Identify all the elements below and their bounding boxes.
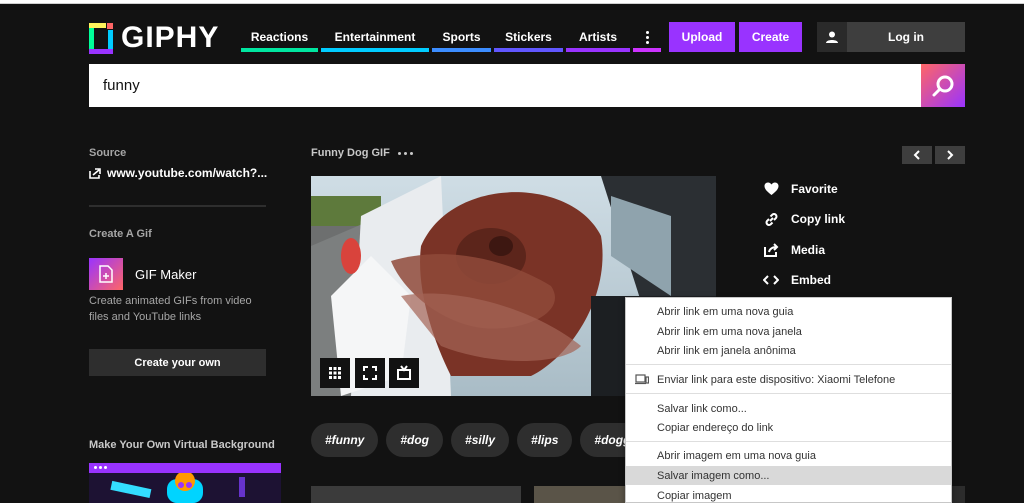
device-icon <box>635 374 649 385</box>
nav-label: Reactions <box>250 30 309 44</box>
more-options-icon[interactable] <box>397 151 413 155</box>
share-icon <box>763 242 779 258</box>
related-gif-thumb[interactable] <box>952 486 965 503</box>
nav-underline <box>633 48 661 52</box>
context-menu: Abrir link em uma nova guia Abrir link e… <box>625 297 952 503</box>
next-gif-button[interactable] <box>935 146 965 164</box>
previous-gif-button[interactable] <box>902 146 932 164</box>
chevron-right-icon <box>947 150 954 160</box>
favorite-action[interactable]: Favorite <box>763 181 838 197</box>
embed-action[interactable]: Embed <box>763 272 831 288</box>
nav-underline <box>321 48 429 52</box>
tag-list: #funny #dog #silly #lips #dogge <box>311 423 652 457</box>
virtual-background-image[interactable] <box>89 463 281 503</box>
gif-title: Funny Dog GIF <box>311 147 413 159</box>
search-value: funny <box>103 77 140 94</box>
grid-icon <box>329 367 341 379</box>
source-label: Source <box>89 147 127 159</box>
login-button[interactable]: Log in <box>817 22 965 52</box>
search-button[interactable] <box>921 64 965 107</box>
ctx-copy-image[interactable]: Copiar imagem <box>626 486 951 503</box>
nav-item-stickers[interactable]: Stickers <box>494 22 563 52</box>
nav-underline <box>566 48 630 52</box>
nav-item-sports[interactable]: Sports <box>432 22 491 52</box>
ctx-open-image-new-tab[interactable]: Abrir imagem em uma nova guia <box>626 446 951 465</box>
virtual-background-title: Make Your Own Virtual Background <box>89 439 275 451</box>
code-icon <box>763 272 779 288</box>
logo-text: GIPHY <box>121 21 220 54</box>
ctx-copy-link-address[interactable]: Copiar endereço do link <box>626 418 951 437</box>
nav-label: Artists <box>578 30 617 44</box>
source-link-text: www.youtube.com/watch?... <box>107 166 268 180</box>
ctx-send-link-label: Enviar link para este dispositivo: Xiaom… <box>657 373 896 386</box>
action-label: Media <box>791 243 826 257</box>
ctx-save-link-as[interactable]: Salvar link como... <box>626 399 951 418</box>
action-label: Embed <box>791 273 832 287</box>
gif-maker-title[interactable]: GIF Maker <box>135 267 196 282</box>
related-gif-thumb[interactable] <box>311 486 521 503</box>
tag-dog[interactable]: #dog <box>386 423 444 457</box>
related-gif-thumb[interactable] <box>534 486 626 503</box>
sidebar-divider <box>89 205 266 207</box>
chevron-left-icon <box>913 150 920 160</box>
gif-title-text: Funny Dog GIF <box>311 147 390 159</box>
browser-top-strip <box>0 0 1024 4</box>
share-icon <box>89 167 101 179</box>
copy-link-action[interactable]: Copy link <box>763 211 845 227</box>
gif-maker-icon[interactable] <box>89 258 123 290</box>
action-label: Favorite <box>791 182 838 196</box>
grid-button[interactable] <box>320 358 350 388</box>
kebab-icon <box>645 30 649 44</box>
ctx-separator <box>626 393 951 394</box>
nav-more-button[interactable] <box>633 22 661 52</box>
source-link[interactable]: www.youtube.com/watch?... <box>89 166 267 180</box>
nav-item-artists[interactable]: Artists <box>566 22 630 52</box>
nav-label: Sports <box>442 30 481 44</box>
user-icon <box>817 22 847 52</box>
ctx-send-link-to-device[interactable]: Enviar link para este dispositivo: Xiaom… <box>626 370 951 389</box>
search-icon <box>932 75 954 96</box>
gif-maker-description: Create animated GIFs from video files an… <box>89 295 252 323</box>
search-input[interactable]: funny <box>89 64 921 107</box>
heart-icon <box>763 181 779 197</box>
nav-underline <box>241 48 318 52</box>
login-label: Log in <box>888 30 924 44</box>
tag-silly[interactable]: #silly <box>451 423 510 457</box>
ctx-save-image-as[interactable]: Salvar imagem como... <box>626 466 951 485</box>
nav-underline <box>432 48 491 52</box>
nav-label: Stickers <box>505 30 552 44</box>
upload-button[interactable]: Upload <box>669 22 735 52</box>
link-icon <box>763 211 779 227</box>
nav-underline <box>494 48 563 52</box>
ctx-open-link-new-tab[interactable]: Abrir link em uma nova guia <box>626 302 951 321</box>
tv-button[interactable] <box>389 358 419 388</box>
fullscreen-icon <box>363 366 377 380</box>
main-nav: Reactions Entertainment Sports Stickers … <box>241 22 664 52</box>
nav-item-entertainment[interactable]: Entertainment <box>321 22 429 52</box>
fullscreen-button[interactable] <box>355 358 385 388</box>
ctx-open-link-new-window[interactable]: Abrir link em uma nova janela <box>626 322 951 341</box>
action-label: Copy link <box>791 212 846 226</box>
ctx-separator <box>626 441 951 442</box>
tag-funny[interactable]: #funny <box>311 423 379 457</box>
create-your-own-button[interactable]: Create your own <box>89 349 266 376</box>
nav-label: Entertainment <box>334 30 416 44</box>
giphy-logo[interactable]: GIPHY <box>89 22 219 54</box>
create-button[interactable]: Create <box>739 22 802 52</box>
media-action[interactable]: Media <box>763 242 825 258</box>
create-gif-label: Create A Gif <box>89 228 152 240</box>
giphy-logo-icon <box>89 22 113 54</box>
nav-item-reactions[interactable]: Reactions <box>241 22 318 52</box>
ctx-open-link-incognito[interactable]: Abrir link em janela anônima <box>626 341 951 360</box>
ctx-separator <box>626 364 951 365</box>
tv-icon <box>397 365 411 380</box>
tag-lips[interactable]: #lips <box>517 423 573 457</box>
